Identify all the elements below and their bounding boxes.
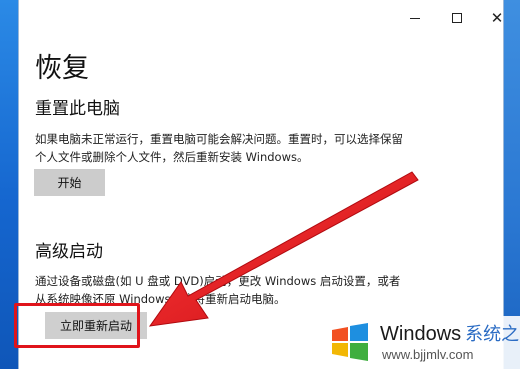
desktop-background-right	[504, 0, 520, 369]
minimize-icon	[410, 17, 420, 19]
close-icon: ✕	[490, 8, 504, 27]
page-title: 恢复	[35, 53, 89, 84]
watermark-brand-cn: 系统之家	[465, 324, 520, 344]
close-button[interactable]: ✕	[485, 6, 509, 30]
watermark-brand-en: Windows	[380, 323, 462, 345]
watermark: Windows系统之家 www.bjjmlv.com	[322, 316, 520, 369]
reset-pc-description: 如果电脑未正常运行，重置电脑可能会解决问题。重置时，可以选择保留个人文件或删除个…	[35, 132, 403, 164]
windows-logo-icon	[332, 323, 368, 361]
advanced-startup-heading: 高级启动	[35, 242, 103, 262]
minimize-button[interactable]	[403, 6, 427, 30]
watermark-url: www.bjjmlv.com	[382, 347, 474, 362]
maximize-icon	[452, 13, 462, 23]
watermark-brand: Windows系统之家	[380, 320, 520, 346]
reset-pc-heading: 重置此电脑	[35, 99, 120, 119]
red-highlight-box	[14, 303, 140, 348]
reset-start-button[interactable]: 开始	[34, 169, 105, 196]
maximize-button[interactable]	[445, 6, 469, 30]
